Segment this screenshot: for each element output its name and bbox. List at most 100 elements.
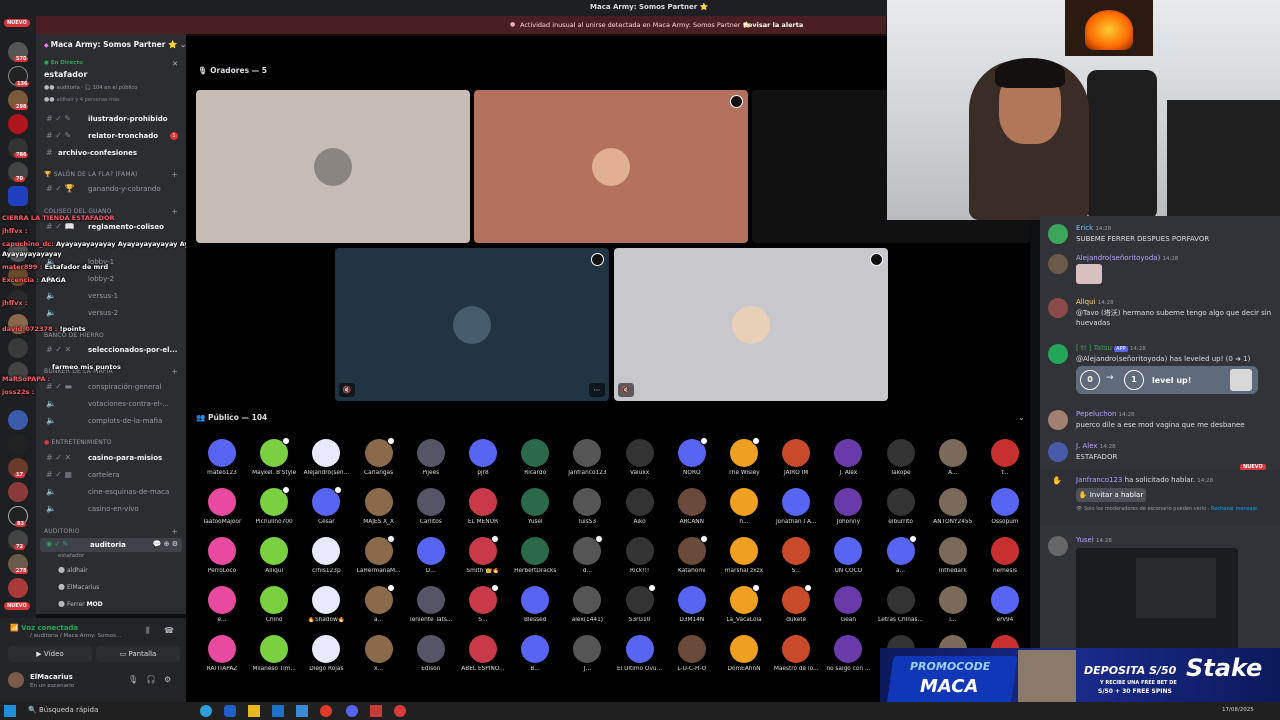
server-icon[interactable]: [8, 482, 28, 502]
channel-seleccionados[interactable]: # ✓ ✕ seleccionados-por-el...: [36, 343, 186, 357]
audience-member[interactable]: Pichulino700: [248, 486, 300, 525]
audience-member[interactable]: UN COCO: [822, 537, 874, 574]
screenshot-attachment[interactable]: [1076, 548, 1238, 652]
channel-relator[interactable]: # ✓ ✎ relator-tronchado 1: [36, 129, 186, 143]
server-icon[interactable]: [8, 338, 28, 358]
server-icon[interactable]: 298: [8, 90, 29, 110]
audience-member[interactable]: no salgo con ...: [822, 635, 874, 672]
review-alert-link[interactable]: Revisar la alerta: [743, 21, 803, 29]
audience-member[interactable]: i...: [927, 586, 979, 623]
audience-member[interactable]: El Ultimo Ovu...: [614, 635, 666, 672]
settings-gear-icon[interactable]: ⚙: [164, 675, 171, 684]
chrome-icon[interactable]: [320, 705, 332, 717]
audience-member[interactable]: Johonny: [822, 488, 874, 525]
audience-member[interactable]: S...: [457, 584, 509, 623]
audience-member[interactable]: crhis123p: [300, 537, 352, 574]
audience-member[interactable]: D...: [405, 537, 457, 574]
audience-member[interactable]: Letras Chinas...: [875, 586, 927, 623]
audience-member[interactable]: marshal zxzx: [718, 537, 770, 574]
audience-member[interactable]: JAIRO IM: [770, 439, 822, 476]
add-channel-icon[interactable]: +: [171, 170, 178, 179]
audience-member[interactable]: The Wisley: [718, 437, 770, 476]
audience-member[interactable]: Chino: [248, 586, 300, 623]
audience-member[interactable]: NORO: [666, 437, 718, 476]
live-channel-name[interactable]: estafador: [44, 70, 87, 79]
server-icon[interactable]: [8, 578, 28, 598]
audience-member[interactable]: Carlangas: [353, 437, 405, 476]
audience-member[interactable]: Jonathan I A...: [770, 488, 822, 525]
audience-member[interactable]: J...: [561, 635, 613, 672]
add-channel-icon[interactable]: +: [171, 207, 178, 216]
speaker-tile[interactable]: [196, 90, 470, 243]
channel-actions-icon[interactable]: 💬 ⊕ ⚙: [153, 540, 178, 548]
server-icon[interactable]: 17: [8, 458, 28, 478]
audience-member[interactable]: MAJES X_X: [353, 488, 405, 525]
audience-member[interactable]: Katahomi: [666, 535, 718, 574]
server-icon[interactable]: 72: [8, 530, 28, 550]
disconnect-icon[interactable]: ☎: [164, 626, 174, 635]
close-icon[interactable]: ✕: [172, 60, 178, 68]
audience-member[interactable]: Ricardo: [509, 439, 561, 476]
channel-complots[interactable]: 🔈 complots-de-la-mafia: [36, 414, 186, 428]
audience-member[interactable]: Blessed: [509, 586, 561, 623]
server-icon[interactable]: [8, 434, 28, 454]
audience-member[interactable]: Maestro de lo...: [770, 635, 822, 672]
audience-member[interactable]: e...: [196, 586, 248, 623]
mic-icon[interactable]: 🎙: [128, 675, 138, 684]
category-banco[interactable]: BANCO DE HIERRO: [44, 332, 104, 339]
channel-votaciones[interactable]: 🔈 votaciones-contra-el-...: [36, 397, 186, 411]
headphones-icon[interactable]: 🎧: [146, 675, 156, 684]
audience-member[interactable]: L-U-C-H-O: [666, 635, 718, 672]
channel-casino-para-misios[interactable]: # ✓ ✕ casino-para-misios: [36, 451, 186, 465]
audience-member[interactable]: luisS3: [561, 488, 613, 525]
audience-member[interactable]: Teniente Tats...: [405, 586, 457, 623]
audience-member[interactable]: HerbertDracks: [509, 537, 561, 574]
channel-casino-en-vivo[interactable]: 🔈 casino-en-vivo: [36, 502, 186, 516]
audience-member[interactable]: Maykel. B'Style: [248, 437, 300, 476]
channel-versus-2[interactable]: 🔈 versus-2: [36, 306, 186, 320]
server-icon[interactable]: [8, 186, 28, 206]
audience-member[interactable]: RATITAPAZ: [196, 635, 248, 672]
audience-member[interactable]: B...: [509, 635, 561, 672]
audience-member[interactable]: mateo123: [196, 439, 248, 476]
voice-user[interactable]: ● aldhair: [58, 565, 88, 574]
app-icon[interactable]: [394, 705, 406, 717]
voice-user[interactable]: ● Ferrer MOD: [58, 599, 103, 608]
audience-member[interactable]: Alejandro(señ...: [300, 439, 352, 476]
audience-member[interactable]: La_VacaLola: [718, 584, 770, 623]
chevron-down-icon[interactable]: ⌄: [1018, 413, 1025, 422]
channel-versus-1[interactable]: 🔈 versus-1: [36, 289, 186, 303]
channel-cine[interactable]: 🔈 cine-esquinas-de-maca: [36, 485, 186, 499]
audience-member[interactable]: Cesar: [300, 486, 352, 525]
server-icon[interactable]: [8, 410, 28, 430]
audience-member[interactable]: nemesis: [979, 537, 1031, 574]
audience-member[interactable]: Gean: [822, 586, 874, 623]
audience-member[interactable]: Janfranco123: [561, 439, 613, 476]
audience-member[interactable]: elburrito: [875, 488, 927, 525]
category-auditorio[interactable]: AUDITORIO: [44, 528, 80, 535]
audience-member[interactable]: Aiko: [614, 488, 666, 525]
channel-reglamento[interactable]: # ✓ 📖 reglamento-coliseo: [36, 220, 186, 234]
audience-member[interactable]: Diego Rojas: [300, 635, 352, 672]
server-icon[interactable]: 278: [8, 554, 29, 574]
audience-member[interactable]: LaHermanaM...: [353, 535, 405, 574]
audience-member[interactable]: pjr8: [457, 439, 509, 476]
invite-to-speak-button[interactable]: ✋ Invitar a hablar: [1076, 488, 1146, 502]
audience-member[interactable]: Rick!!!: [614, 537, 666, 574]
audience-member[interactable]: x...: [353, 635, 405, 672]
server-icon[interactable]: 70: [8, 162, 28, 182]
audience-member[interactable]: D3M14N: [666, 586, 718, 623]
audience-member[interactable]: Carlitos: [405, 488, 457, 525]
audience-member[interactable]: 🔥Shadow🔥: [300, 586, 352, 623]
audience-member[interactable]: f...: [979, 439, 1031, 476]
audience-member[interactable]: a...: [875, 535, 927, 574]
category-fama[interactable]: 🏆 SALÓN DE LA FLA? (FAMA): [44, 171, 138, 178]
audience-member[interactable]: S3rG10: [614, 584, 666, 623]
app-icon[interactable]: [370, 705, 382, 717]
noise-suppression-icon[interactable]: ⫼: [146, 626, 150, 636]
audience-member[interactable]: dukete: [770, 584, 822, 623]
channel-ilustrador[interactable]: # ✓ ✎ ilustrador-prohibido: [36, 112, 186, 126]
audience-member[interactable]: Smith 👑🔥: [457, 535, 509, 574]
audience-member[interactable]: Pijees: [405, 439, 457, 476]
voice-user[interactable]: ● ElMacarius: [58, 582, 99, 591]
